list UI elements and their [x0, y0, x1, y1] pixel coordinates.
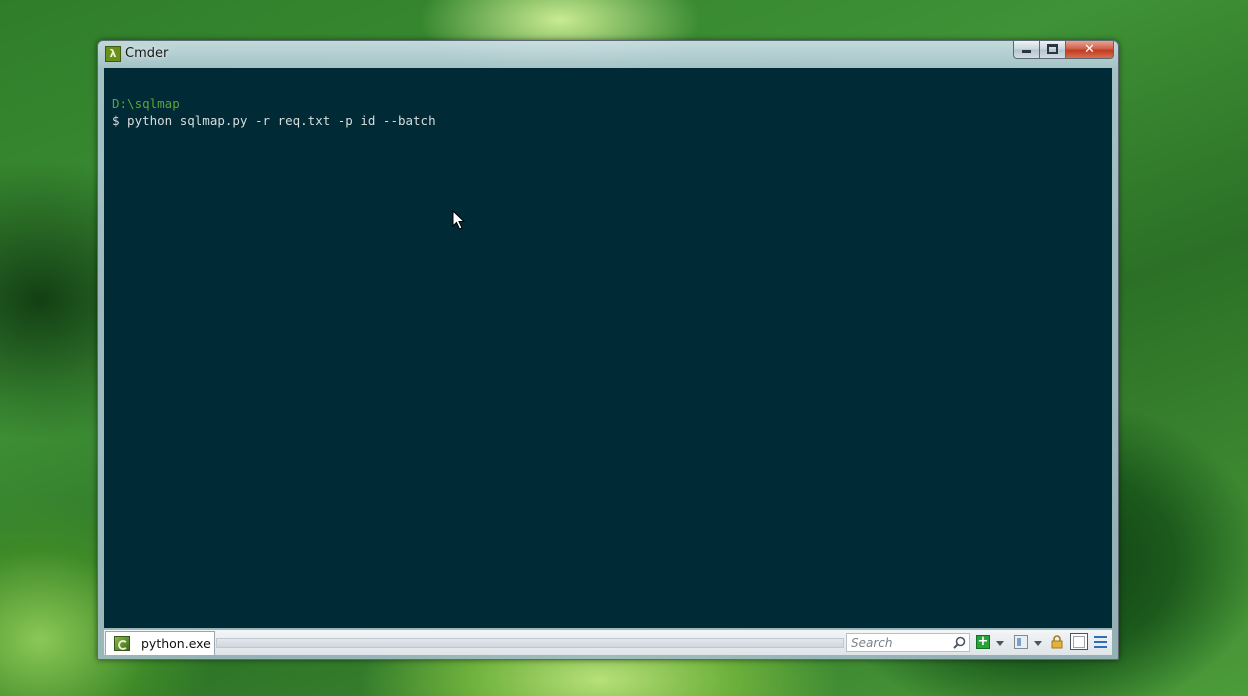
- console-tab-label: python.exe: [141, 636, 211, 651]
- maximize-icon: [1047, 44, 1058, 54]
- search-input[interactable]: [847, 634, 951, 651]
- console-tab[interactable]: python.exe: [105, 631, 215, 655]
- minimize-button[interactable]: [1013, 41, 1040, 59]
- console-icon: [114, 636, 130, 651]
- terminal-area[interactable]: D:\sqlmap $ python sqlmap.py -r req.txt …: [104, 68, 1112, 628]
- status-bar: python.exe +: [104, 629, 1112, 655]
- view-icon[interactable]: [1070, 633, 1088, 650]
- split-icon[interactable]: [1014, 635, 1028, 649]
- desktop-wallpaper: λ Cmder ✕ D:\sqlmap $ python sqlmap.py -…: [0, 0, 1248, 696]
- maximize-button[interactable]: [1040, 41, 1066, 59]
- lambda-icon[interactable]: λ: [105, 46, 121, 62]
- search-box: [846, 633, 970, 652]
- close-button[interactable]: ✕: [1066, 41, 1114, 59]
- mouse-cursor-icon: [452, 210, 466, 230]
- tab-strip: [216, 638, 844, 648]
- minimize-icon: [1022, 50, 1031, 53]
- terminal-path-line: D:\sqlmap: [112, 96, 180, 111]
- search-icon[interactable]: [953, 636, 966, 649]
- title-bar[interactable]: λ Cmder ✕: [98, 41, 1118, 67]
- lock-icon[interactable]: [1050, 635, 1064, 649]
- window-title: Cmder: [125, 46, 169, 61]
- caption-buttons: ✕: [1013, 41, 1114, 60]
- add-console-icon[interactable]: +: [976, 635, 990, 649]
- chevron-down-icon[interactable]: [996, 641, 1004, 646]
- cmder-window: λ Cmder ✕ D:\sqlmap $ python sqlmap.py -…: [97, 40, 1119, 660]
- terminal-command-line: $ python sqlmap.py -r req.txt -p id --ba…: [112, 113, 436, 128]
- chevron-down-icon[interactable]: [1034, 641, 1042, 646]
- menu-icon[interactable]: [1094, 636, 1107, 649]
- close-icon: ✕: [1084, 42, 1095, 57]
